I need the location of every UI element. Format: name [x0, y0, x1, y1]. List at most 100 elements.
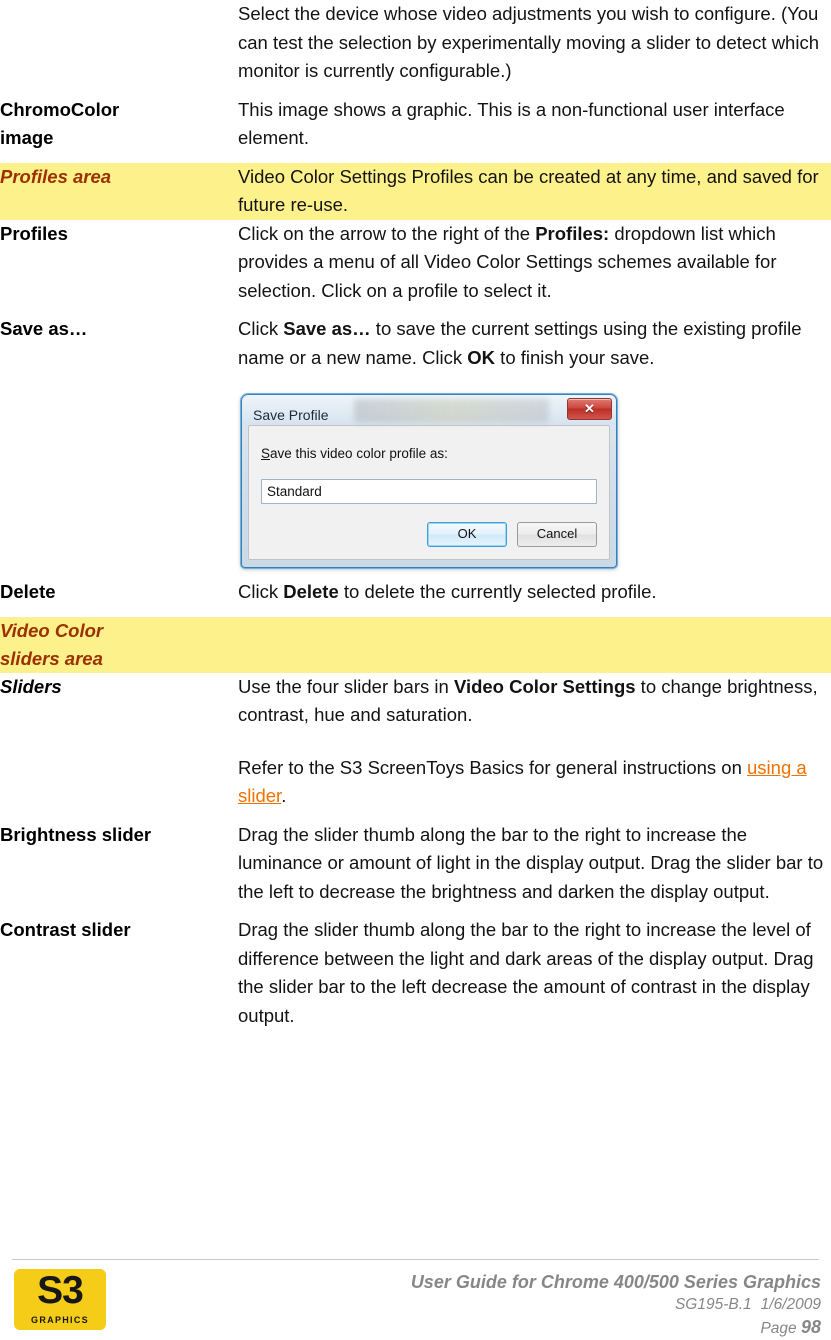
dialog-body: Save this video color profile as: OK Can… [248, 425, 610, 560]
term-cell-delete: Delete [0, 578, 238, 607]
document-page: Select the device whose video adjustment… [0, 0, 831, 1337]
term-cell-brightness-slider: Brightness slider [0, 820, 238, 906]
text-run-bold: OK [467, 346, 496, 368]
footer-divider [12, 1259, 819, 1260]
brightness-paragraph: Drag the slider thumb along the bar to t… [238, 823, 824, 902]
table-row: Brightness slider Drag the slider thumb … [0, 820, 831, 906]
delete-paragraph: Click Delete to delete the currently sel… [238, 578, 831, 607]
dialog-title-bar: Save Profile ✕ [242, 395, 616, 425]
term-cell-empty [0, 0, 238, 86]
footer-date: 1/6/2009 [760, 1296, 821, 1313]
label-rest: ave this video color profile as: [270, 446, 448, 461]
text-run: Click [238, 318, 284, 339]
text-run: . [281, 785, 287, 806]
text-run: Click on the arrow to the right of the [238, 222, 536, 244]
desc-cell-contrast-slider: Drag the slider thumb along the bar to t… [238, 916, 831, 1030]
footer-page-label: Page [760, 1320, 797, 1337]
sliders-paragraph-1: Use the four slider bars in Video Color … [238, 673, 831, 730]
text-run: to delete the currently selected profile… [338, 581, 657, 602]
term-label-line2: sliders area [0, 647, 103, 669]
term-cell-profiles: Profiles [0, 219, 238, 305]
text-run: Use the four slider bars in [238, 675, 454, 697]
text-run: Refer to the S3 ScreenToys Basics for ge… [238, 756, 748, 778]
table-row: Contrast slider Drag the slider thumb al… [0, 916, 831, 1030]
save-as-paragraph: Click Save as… to save the current setti… [238, 315, 831, 372]
dialog-button-row: OK Cancel [261, 522, 597, 547]
vcs-area-paragraph [238, 617, 831, 646]
profile-name-input[interactable] [261, 478, 597, 504]
desc-cell-profiles: Click on the arrow to the right of the P… [238, 219, 831, 306]
table-row: Delete Click Delete to delete the curren… [0, 578, 831, 607]
row-spacer [0, 85, 831, 96]
ok-button[interactable]: OK [427, 522, 507, 547]
term-cell-profiles-area: Profiles area [0, 162, 238, 220]
row-spacer [0, 606, 831, 617]
row-spacer [0, 152, 831, 163]
table-row: ChromoColor image This image shows a gra… [0, 95, 831, 153]
page-footer: S3 GRAPHICS User Guide for Chrome 400/50… [0, 1253, 831, 1337]
footer-text-block: User Guide for Chrome 400/500 Series Gra… [411, 1271, 821, 1340]
sliders-paragraph-2: Refer to the S3 ScreenToys Basics for ge… [238, 754, 831, 811]
term-label-save-as: Save as… [0, 318, 88, 339]
text-run-bold: Profiles: [535, 222, 610, 244]
term-cell-sliders: Sliders [0, 672, 238, 811]
cancel-button[interactable]: Cancel [517, 522, 597, 547]
footer-doc-id: SG195-B.1 [674, 1296, 752, 1313]
label-accelerator: S [261, 446, 271, 461]
figure-save-profile-dialog: Save Profile ✕ Save this video color pro… [238, 372, 831, 578]
term-label-line1: Video Color [0, 619, 104, 641]
text-run-bold: Save as… [283, 318, 371, 339]
footer-title: User Guide for Chrome 400/500 Series Gra… [410, 1272, 821, 1292]
desc-cell-sliders: Use the four slider bars in Video Color … [238, 672, 831, 811]
definition-table: Select the device whose video adjustment… [0, 0, 831, 1030]
chromocolor-paragraph: This image shows a graphic. This is a no… [238, 98, 785, 149]
table-row-highlighted: Profiles area Video Color Settings Profi… [0, 162, 831, 220]
save-profile-dialog: Save Profile ✕ Save this video color pro… [241, 394, 617, 568]
term-label-sliders: Sliders [0, 675, 62, 697]
text-run: Click [238, 581, 284, 602]
profiles-area-paragraph: Video Color Settings Profiles can be cre… [238, 165, 819, 216]
desc-cell-chromocolor-image: This image shows a graphic. This is a no… [238, 95, 831, 153]
term-cell-video-color-sliders-area: Video Color sliders area [0, 616, 238, 673]
text-run-bold: Delete [283, 581, 339, 602]
footer-doc-line: SG195-B.1 1/6/2009 [411, 1294, 821, 1316]
term-label-delete: Delete [0, 581, 56, 602]
term-cell-chromocolor-image: ChromoColor image [0, 95, 238, 153]
desc-cell-delete: Click Delete to delete the currently sel… [238, 578, 831, 607]
dialog-title: Save Profile [253, 407, 329, 423]
text-run: to finish your save. [495, 346, 655, 368]
text-run-bold: Video Color Settings [453, 675, 636, 697]
table-row: Profiles Click on the arrow to the right… [0, 219, 831, 306]
close-icon[interactable]: ✕ [567, 398, 612, 420]
profiles-paragraph: Click on the arrow to the right of the P… [238, 220, 831, 306]
row-spacer [0, 906, 831, 916]
term-label-contrast-slider: Contrast slider [0, 919, 131, 940]
table-row: Save as… Click Save as… to save the curr… [0, 315, 831, 578]
dialog-title-watermark [354, 399, 549, 423]
table-row: Sliders Use the four slider bars in Vide… [0, 672, 831, 811]
desc-cell-brightness-slider: Drag the slider thumb along the bar to t… [238, 820, 831, 906]
term-label-brightness-slider: Brightness slider [0, 823, 152, 845]
term-cell-contrast-slider: Contrast slider [0, 916, 238, 1030]
footer-page-number: 98 [800, 1317, 821, 1337]
term-label-profiles-area: Profiles area [0, 165, 112, 187]
logo-subtext: GRAPHICS [31, 1315, 89, 1325]
term-label-line2: image [0, 126, 54, 148]
intro-paragraph: Select the device whose video adjustment… [238, 3, 819, 81]
logo-text: S3 [37, 1269, 84, 1312]
footer-page-line: Page 98 [411, 1316, 821, 1340]
s3-graphics-logo: S3 GRAPHICS [14, 1269, 106, 1330]
term-cell-save-as: Save as… [0, 315, 238, 578]
term-label-profiles: Profiles [0, 222, 68, 244]
row-spacer [0, 810, 831, 821]
desc-cell-profiles-area: Video Color Settings Profiles can be cre… [238, 162, 831, 220]
profile-name-label: Save this video color profile as: [261, 440, 597, 469]
row-spacer [0, 305, 831, 315]
desc-cell-intro: Select the device whose video adjustment… [238, 0, 831, 86]
table-row-highlighted: Video Color sliders area [0, 616, 831, 673]
term-label-line1: ChromoColor [0, 98, 120, 120]
table-row: Select the device whose video adjustment… [0, 0, 831, 86]
contrast-paragraph: Drag the slider thumb along the bar to t… [238, 919, 814, 1026]
desc-cell-save-as: Click Save as… to save the current setti… [238, 315, 831, 578]
desc-cell-video-color-sliders-area [238, 616, 831, 673]
